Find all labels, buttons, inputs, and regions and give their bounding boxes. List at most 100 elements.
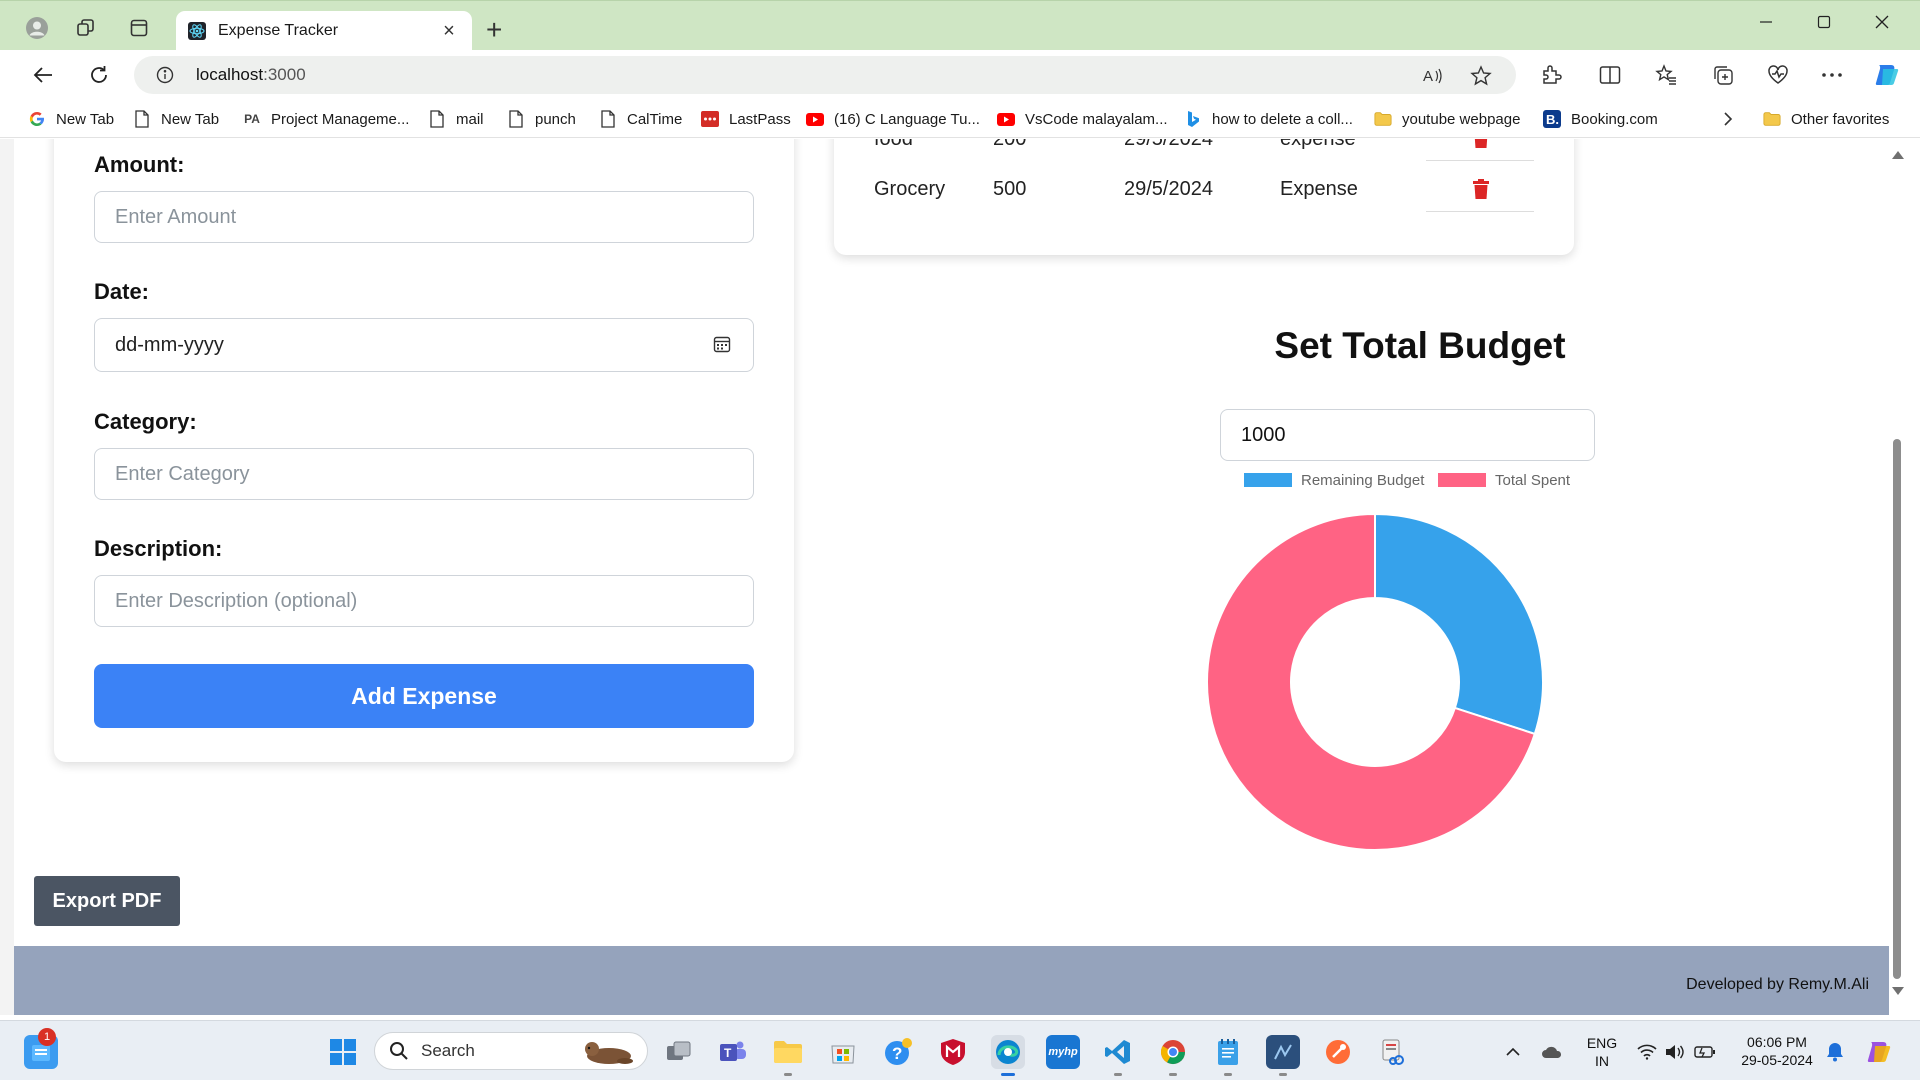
edge-icon[interactable] bbox=[991, 1035, 1025, 1069]
bookmark-item[interactable]: mail bbox=[428, 109, 484, 129]
windows-start-icon[interactable] bbox=[326, 1035, 360, 1069]
favorites-icon[interactable] bbox=[1654, 63, 1678, 87]
task-view-icon[interactable] bbox=[662, 1035, 696, 1069]
description-placeholder: Enter Description (optional) bbox=[115, 589, 358, 612]
chevron-up-icon[interactable] bbox=[1502, 1042, 1524, 1062]
amount-input[interactable]: Enter Amount bbox=[94, 191, 754, 243]
expense-form-card: Amount: Enter Amount Date: dd-mm-yyyy Ca… bbox=[54, 139, 794, 762]
file-explorer-icon[interactable] bbox=[771, 1035, 805, 1069]
delete-icon[interactable] bbox=[1472, 179, 1490, 199]
budget-input[interactable]: 1000 bbox=[1220, 409, 1595, 461]
bookmark-label: Project Manageme... bbox=[271, 110, 410, 128]
new-tab-icon[interactable]: + bbox=[486, 16, 502, 44]
delete-icon[interactable] bbox=[1472, 139, 1490, 148]
page-icon bbox=[507, 110, 525, 128]
legend-item-remaining[interactable]: Remaining Budget bbox=[1244, 470, 1424, 490]
snipping-tool-icon[interactable] bbox=[1376, 1035, 1410, 1069]
bookmark-item[interactable]: B. Booking.com bbox=[1543, 109, 1658, 129]
terminal-app-icon[interactable] bbox=[1266, 1035, 1300, 1069]
legend-item-spent[interactable]: Total Spent bbox=[1438, 470, 1570, 490]
myhp-icon[interactable]: myhp bbox=[1046, 1035, 1080, 1069]
svg-text:?: ? bbox=[892, 1044, 902, 1063]
calendar-icon[interactable] bbox=[713, 335, 731, 353]
bookmark-item[interactable]: (16) C Language Tu... bbox=[806, 109, 980, 129]
bookmark-item[interactable]: New Tab bbox=[28, 109, 114, 129]
tab-actions-icon[interactable] bbox=[126, 15, 152, 41]
date-input[interactable]: dd-mm-yyyy bbox=[94, 318, 754, 372]
teams-icon[interactable]: T bbox=[716, 1035, 750, 1069]
footer: Developed by Remy.M.Ali bbox=[14, 946, 1889, 1015]
more-options-icon[interactable] bbox=[1820, 63, 1844, 87]
expense-category: Expense bbox=[1280, 178, 1358, 200]
row-divider bbox=[1426, 211, 1534, 212]
lastpass-icon bbox=[701, 110, 719, 128]
notification-badge: 1 bbox=[38, 1028, 56, 1046]
refresh-icon[interactable] bbox=[86, 62, 112, 88]
language-indicator[interactable]: ENG IN bbox=[1584, 1034, 1620, 1070]
postman-icon[interactable] bbox=[1321, 1035, 1355, 1069]
donut-slice-remaining[interactable] bbox=[1374, 512, 1544, 736]
scroll-down-arrow-icon[interactable] bbox=[1892, 987, 1904, 995]
mcafee-icon[interactable] bbox=[936, 1035, 970, 1069]
bookmark-item[interactable]: LastPass bbox=[701, 109, 791, 129]
volume-icon[interactable] bbox=[1664, 1042, 1686, 1062]
description-input[interactable]: Enter Description (optional) bbox=[94, 575, 754, 627]
minimize-icon[interactable] bbox=[1744, 9, 1788, 35]
taskbar-search[interactable]: Search bbox=[374, 1032, 648, 1070]
chevron-right-icon[interactable] bbox=[1722, 109, 1734, 129]
browser-essentials-icon[interactable] bbox=[1766, 63, 1790, 87]
scroll-up-arrow-icon[interactable] bbox=[1892, 151, 1904, 159]
extensions-icon[interactable] bbox=[1539, 63, 1563, 87]
close-window-icon[interactable] bbox=[1860, 9, 1904, 35]
taskbar: 1 Search T ? myhp ENG IN 06:06 PM 29-05-… bbox=[0, 1020, 1920, 1080]
export-pdf-button[interactable]: Export PDF bbox=[34, 876, 180, 926]
bookmark-item[interactable]: CalTime bbox=[599, 109, 682, 129]
copilot-icon[interactable] bbox=[1872, 60, 1902, 90]
bookmark-item[interactable]: punch bbox=[507, 109, 576, 129]
svg-text:T: T bbox=[724, 1046, 732, 1060]
add-expense-button[interactable]: Add Expense bbox=[94, 664, 754, 728]
notepad-icon[interactable] bbox=[1211, 1035, 1245, 1069]
wifi-icon[interactable] bbox=[1636, 1042, 1658, 1062]
date-value: dd-mm-yyyy bbox=[115, 333, 224, 356]
booking-icon: B. bbox=[1543, 110, 1561, 128]
url-host: localhost bbox=[196, 65, 264, 84]
site-info-icon[interactable] bbox=[156, 66, 174, 89]
bookmark-item[interactable]: New Tab bbox=[133, 109, 219, 129]
bookmark-item[interactable]: how to delete a coll... bbox=[1184, 109, 1353, 129]
page-scrollbar[interactable] bbox=[1889, 139, 1907, 1015]
microsoft-store-icon[interactable] bbox=[826, 1035, 860, 1069]
workspaces-icon[interactable] bbox=[73, 15, 99, 41]
page-icon bbox=[133, 110, 151, 128]
address-bar[interactable]: localhost:3000 A bbox=[134, 56, 1516, 94]
maximize-icon[interactable] bbox=[1802, 9, 1846, 35]
profile-icon[interactable] bbox=[24, 15, 50, 41]
tab-expense-tracker[interactable]: Expense Tracker × bbox=[176, 11, 472, 51]
copilot-taskbar-icon[interactable] bbox=[1864, 1037, 1894, 1067]
category-input[interactable]: Enter Category bbox=[94, 448, 754, 500]
other-favorites[interactable]: Other favorites bbox=[1763, 109, 1889, 129]
chrome-icon[interactable] bbox=[1156, 1035, 1190, 1069]
scroll-thumb[interactable] bbox=[1893, 439, 1901, 979]
onedrive-icon[interactable] bbox=[1541, 1042, 1563, 1062]
bookmark-item[interactable]: PA Project Manageme... bbox=[243, 109, 409, 129]
collections-icon[interactable] bbox=[1711, 63, 1735, 87]
expense-amount: 500 bbox=[993, 178, 1027, 200]
bookmark-item[interactable]: youtube webpage bbox=[1374, 109, 1520, 129]
help-icon[interactable]: ? bbox=[881, 1035, 915, 1069]
notification-bell-icon[interactable] bbox=[1824, 1042, 1846, 1062]
battery-icon[interactable] bbox=[1694, 1042, 1716, 1062]
amount-label: Amount: bbox=[94, 152, 185, 177]
close-tab-icon[interactable]: × bbox=[438, 21, 460, 41]
favorite-star-icon[interactable] bbox=[1470, 65, 1492, 87]
read-aloud-icon[interactable]: A bbox=[1422, 65, 1444, 87]
category-label: Category: bbox=[94, 409, 197, 434]
bookmark-label: Booking.com bbox=[1571, 110, 1658, 128]
clock[interactable]: 06:06 PM 29-05-2024 bbox=[1732, 1033, 1822, 1069]
bookmark-item[interactable]: VsCode malayalam... bbox=[997, 109, 1168, 129]
vscode-icon[interactable] bbox=[1101, 1035, 1135, 1069]
back-icon[interactable] bbox=[30, 62, 56, 88]
bookmark-label: CalTime bbox=[627, 110, 683, 128]
split-screen-icon[interactable] bbox=[1598, 63, 1622, 87]
description-label: Description: bbox=[94, 536, 223, 561]
